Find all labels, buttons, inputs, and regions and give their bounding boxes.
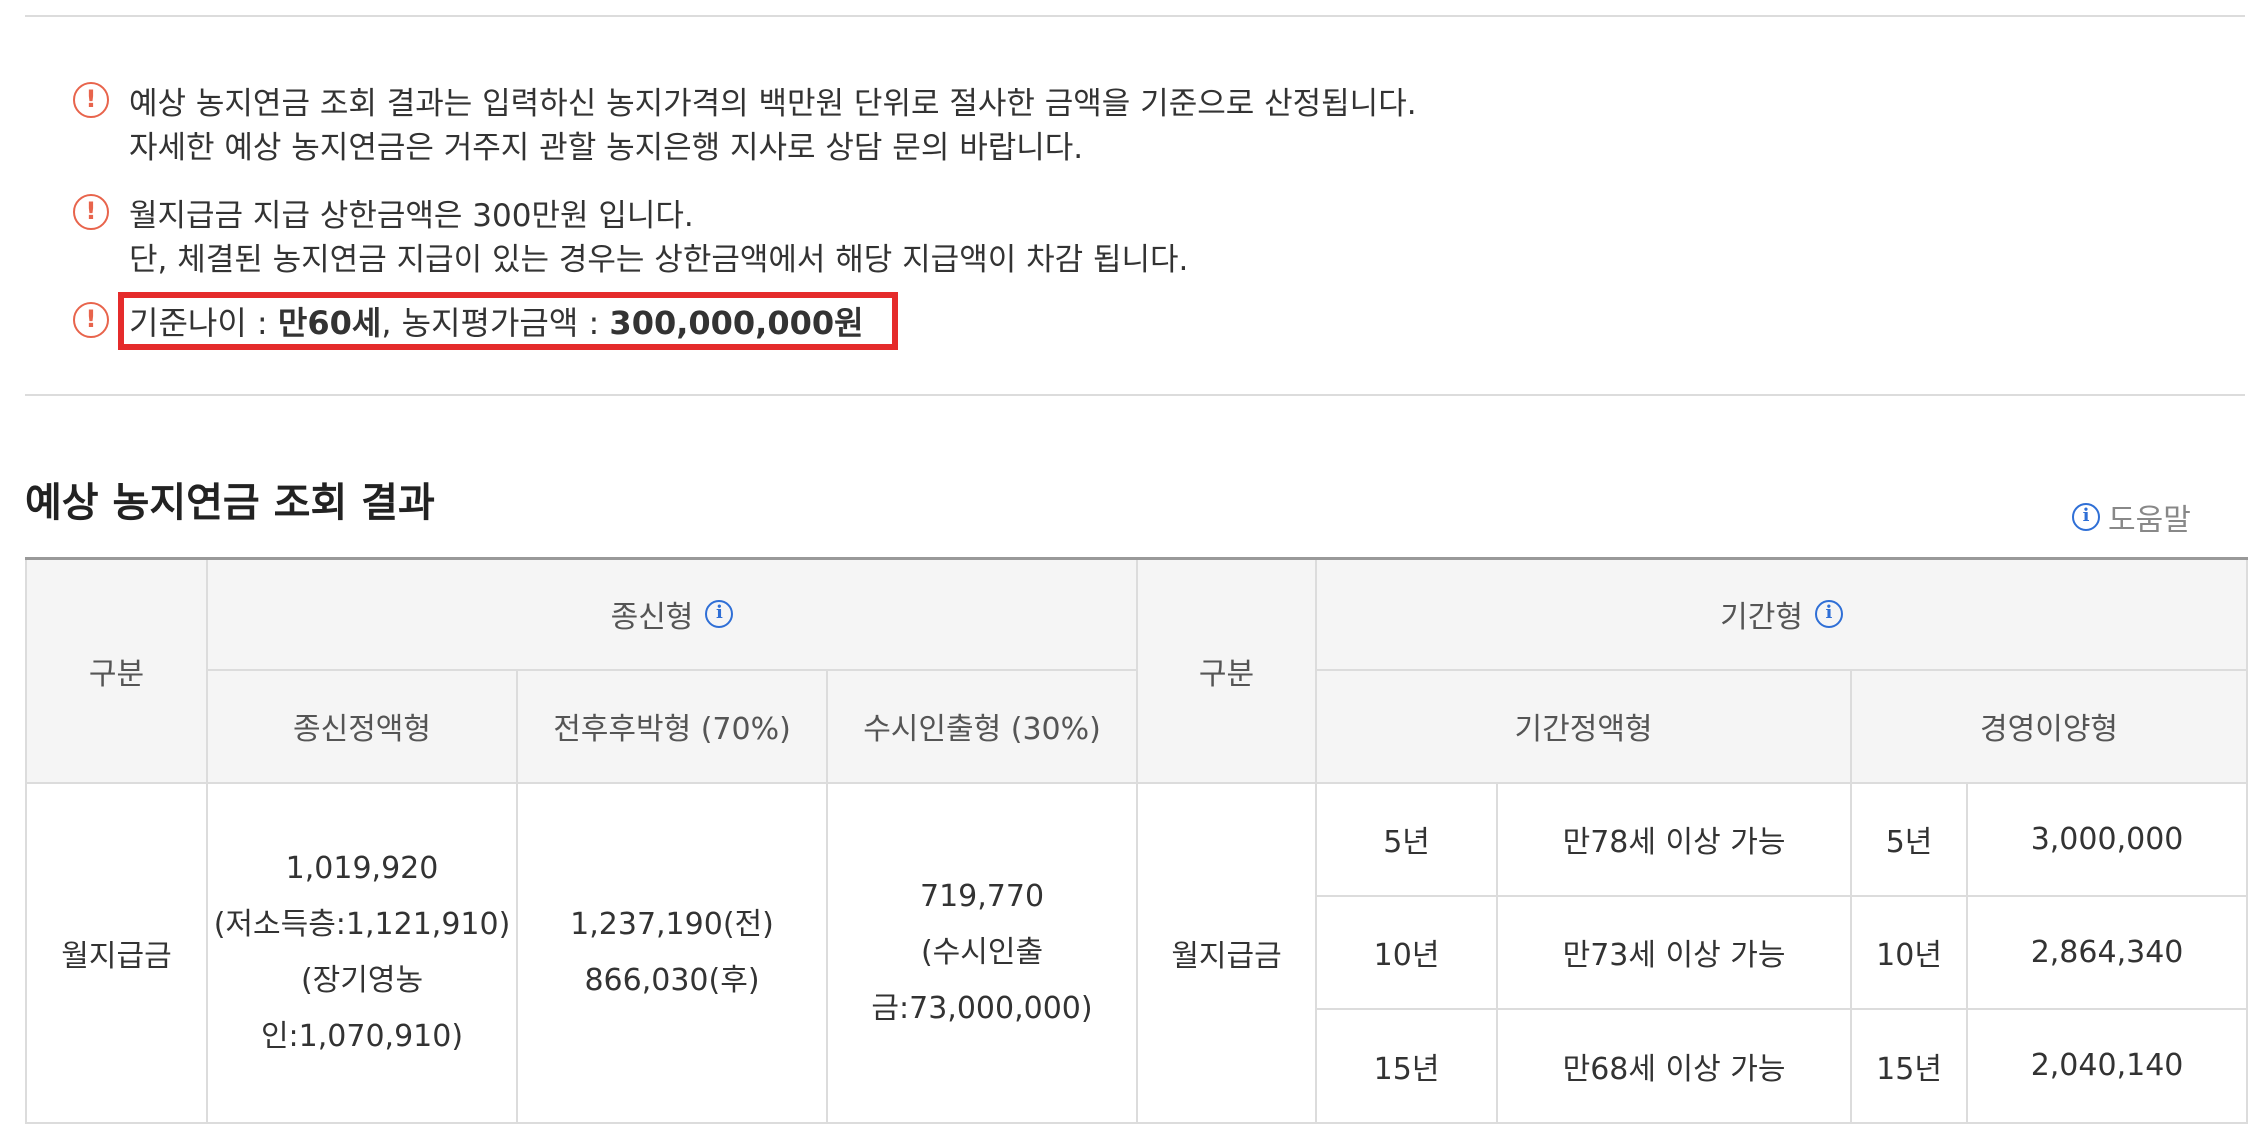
lifetime-header-label: 종신형 — [610, 600, 694, 636]
term-header: 기간형 i — [1315, 557, 2249, 671]
notice-text: 단, 체결된 농지연금 지급이 있는 경우는 상한금액에서 해당 지급액이 차감… — [129, 242, 1189, 278]
top-divider — [25, 15, 2245, 17]
age-value: 만60세 — [277, 304, 382, 342]
value-line: (수시인출 — [920, 934, 1044, 970]
lifetime-withdrawal-value: 719,770 (수시인출 금:73,000,000) — [825, 781, 1139, 1124]
term-eligibility: 만73세 이상 가능 — [1496, 894, 1853, 1010]
term-eligibility: 만78세 이상 가능 — [1496, 781, 1853, 897]
row-label: 월지급금 — [1136, 781, 1318, 1124]
notice-text: 자세한 예상 농지연금은 거주지 관할 농지은행 지사로 상담 문의 바랍니다. — [129, 130, 1084, 166]
transfer-amount: 3,000,000 — [1966, 781, 2249, 897]
value-line: (저소득층:1,121,910) — [213, 906, 511, 942]
term-years: 15년 — [1315, 1007, 1499, 1124]
price-value: 300,000,000원 — [609, 304, 864, 342]
lifetime-type-front-back: 전후후박형 (70%) — [516, 668, 828, 784]
value-line: (장기영농인:1,070,910) — [260, 962, 464, 1054]
transfer-years: 10년 — [1850, 894, 1969, 1010]
lifetime-type-fixed: 종신정액형 — [206, 668, 518, 784]
transfer-amount: 2,040,140 — [1966, 1007, 2249, 1124]
notice-text: 월지급금 지급 상한금액은 300만원 입니다. — [129, 198, 694, 234]
term-type-transfer: 경영이양형 — [1850, 668, 2249, 784]
lifetime-front-back-value: 1,237,190(전) 866,030(후) — [516, 781, 828, 1124]
section-divider — [25, 394, 2245, 396]
warning-icon: ! — [73, 302, 109, 338]
value-line: 719,770 — [919, 878, 1045, 914]
summary-text: 기준나이 : 만60세, 농지평가금액 : 300,000,000원 — [129, 298, 864, 344]
value-line: 금:73,000,000) — [871, 990, 1093, 1026]
warning-icon: ! — [73, 194, 109, 230]
result-table: 구분 종신형 i 구분 기간형 i 종신정액형 전후후박형 (70%) 수시인출형 … — [25, 557, 2249, 1124]
notice-text: 예상 농지연금 조회 결과는 입력하신 농지가격의 백만원 단위로 절사한 금액… — [129, 86, 1417, 122]
term-eligibility: 만68세 이상 가능 — [1496, 1007, 1853, 1124]
value-line: 1,019,920 — [285, 850, 439, 886]
separator: , — [381, 304, 402, 342]
lifetime-fixed-value: 1,019,920 (저소득층:1,121,910) (장기영농인:1,070,… — [206, 781, 518, 1124]
age-label: 기준나이 : — [129, 304, 278, 342]
help-label: 도움말 — [2108, 503, 2191, 538]
term-years: 5년 — [1315, 781, 1499, 897]
transfer-years: 5년 — [1850, 781, 1969, 897]
value-line: 866,030(후) — [584, 962, 760, 998]
category-header: 구분 — [25, 557, 208, 784]
warning-icon: ! — [73, 82, 109, 118]
lifetime-header: 종신형 i — [205, 557, 1139, 671]
page: { "notices": [ { "icon": "warning-icon",… — [0, 0, 2260, 1136]
row-label: 월지급금 — [25, 781, 208, 1124]
term-type-fixed: 기간정액형 — [1315, 668, 1853, 784]
info-icon[interactable]: i — [705, 600, 734, 629]
info-icon[interactable]: i — [1814, 600, 1843, 629]
help-button[interactable]: i 도움말 — [2072, 495, 2191, 539]
value-line: 1,237,190(전) — [570, 906, 774, 942]
section-title: 예상 농지연금 조회 결과 — [25, 480, 435, 526]
transfer-years: 15년 — [1850, 1007, 1969, 1124]
term-header-label: 기간형 — [1720, 600, 1803, 636]
price-label: 농지평가금액 : — [401, 304, 610, 342]
term-years: 10년 — [1315, 894, 1499, 1010]
transfer-amount: 2,864,340 — [1966, 894, 2249, 1010]
info-icon: i — [2072, 503, 2100, 531]
lifetime-type-withdrawal: 수시인출형 (30%) — [825, 668, 1139, 784]
category-header: 구분 — [1136, 557, 1318, 784]
